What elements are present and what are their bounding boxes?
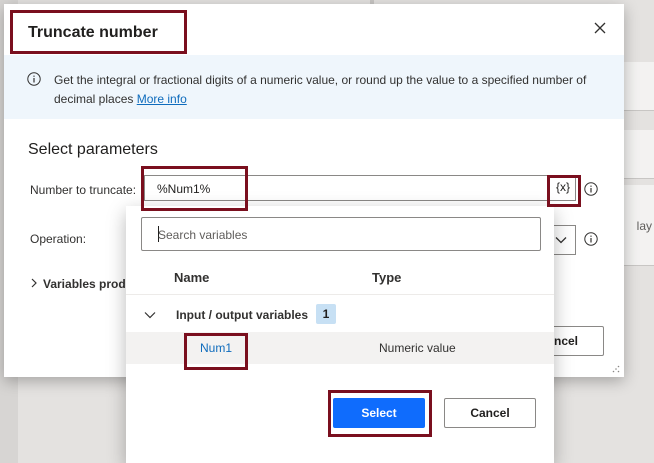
more-info-link[interactable]: More info	[137, 92, 187, 106]
chevron-down-icon[interactable]	[144, 309, 156, 321]
insert-variable-button[interactable]: {x}	[554, 179, 572, 196]
variable-row-num1[interactable]: Num1 Numeric value	[126, 332, 554, 364]
variable-picker-popup: Search variables Name Type Input / outpu…	[126, 206, 554, 463]
cancel-button[interactable]: Cancel	[444, 398, 536, 428]
resize-grip-icon[interactable]	[612, 365, 620, 373]
group-count-badge: 1	[316, 304, 336, 324]
search-variables-input[interactable]: Search variables	[141, 217, 541, 251]
variables-produced-toggle[interactable]: Variables produced	[43, 277, 125, 291]
select-button[interactable]: Select	[333, 398, 425, 428]
variable-name: Num1	[200, 341, 233, 355]
number-to-truncate-input[interactable]: %Num1%	[144, 175, 576, 201]
info-text: Get the integral or fractional digits of…	[54, 71, 609, 109]
search-placeholder: Search variables	[158, 228, 248, 242]
number-to-truncate-label: Number to truncate:	[30, 183, 137, 197]
background-card: lay	[623, 185, 654, 266]
background-card	[623, 62, 654, 111]
section-title: Select parameters	[28, 141, 158, 158]
operation-label: Operation:	[30, 232, 87, 246]
info-icon[interactable]	[584, 232, 598, 246]
close-icon[interactable]	[592, 20, 608, 36]
column-header-type[interactable]: Type	[372, 270, 401, 285]
info-description: Get the integral or fractional digits of…	[54, 73, 587, 106]
variable-type: Numeric value	[379, 341, 456, 355]
chevron-down-icon	[555, 237, 567, 244]
chevron-right-icon[interactable]	[30, 278, 38, 288]
info-icon	[27, 72, 41, 86]
dialog-title: Truncate number	[28, 24, 158, 41]
background-card-text: lay	[636, 219, 652, 233]
column-header-name[interactable]: Name	[174, 270, 209, 285]
header-divider	[126, 294, 554, 295]
background-card	[623, 130, 654, 179]
info-icon[interactable]	[584, 182, 598, 196]
info-banner: Get the integral or fractional digits of…	[4, 55, 624, 119]
number-input-value: %Num1%	[157, 182, 211, 196]
variable-group-row[interactable]: Input / output variables 1	[126, 300, 554, 330]
group-label: Input / output variables	[176, 308, 309, 322]
